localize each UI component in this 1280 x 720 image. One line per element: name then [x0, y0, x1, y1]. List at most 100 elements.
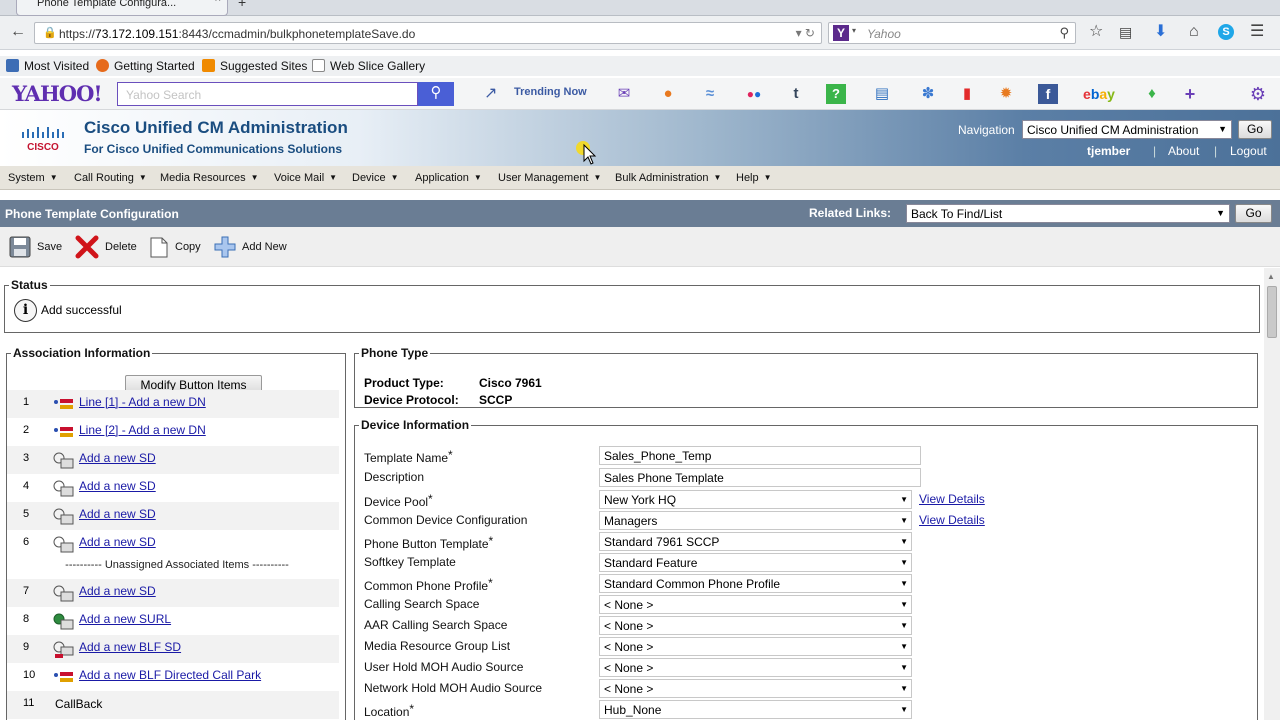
association-link[interactable]: Add a new SURL [79, 612, 171, 626]
select-field[interactable]: < None > ▼ [599, 595, 912, 614]
association-link[interactable]: Add a new SD [79, 451, 156, 465]
finance-icon[interactable]: ≈ [700, 84, 720, 104]
red-x-icon [75, 235, 99, 259]
text-field[interactable]: Sales_Phone_Temp [599, 446, 921, 465]
association-link[interactable]: Line [2] - Add a new DN [79, 423, 206, 437]
settings-icon[interactable]: ✹ [996, 84, 1016, 104]
status-message: Add successful [41, 303, 122, 317]
yahoo-logo[interactable]: YAHOO! [12, 81, 103, 106]
skype-icon[interactable]: S [1218, 24, 1234, 40]
delete-button[interactable]: Delete [75, 235, 137, 259]
facebook-icon[interactable]: f [1038, 84, 1058, 104]
row-number: 2 [23, 424, 30, 436]
menu-application[interactable]: Application ▼ [415, 172, 482, 184]
select-field[interactable]: < None > ▼ [599, 658, 912, 677]
trending-now-link[interactable]: Trending Now [514, 86, 587, 98]
association-link[interactable]: Line [1] - Add a new DN [79, 395, 206, 409]
menu-help[interactable]: Help ▼ [736, 172, 772, 184]
association-link[interactable]: Add a new BLF Directed Call Park [79, 668, 261, 682]
reading-list-icon[interactable]: ▤ [1119, 23, 1132, 41]
shopping-icon[interactable]: ♦ [1142, 84, 1162, 104]
chevron-down-icon: ▼ [900, 684, 908, 693]
menu-media-resources[interactable]: Media Resources ▼ [160, 172, 259, 184]
field-label: Calling Search Space [364, 597, 480, 611]
star-icon[interactable]: ☆ [1089, 23, 1103, 41]
menu-device[interactable]: Device ▼ [352, 172, 399, 184]
field-value: Hub_None [604, 703, 662, 717]
ebay-icon[interactable]: ebay [1080, 84, 1118, 104]
menu-system[interactable]: System ▼ [8, 172, 58, 184]
association-label: CallBack [55, 697, 103, 711]
association-link[interactable]: Add a new SD [79, 584, 156, 598]
page-scrollbar[interactable]: ▲ [1264, 268, 1280, 720]
search-placeholder: Yahoo [867, 27, 901, 41]
chevron-down-icon: ▼ [900, 621, 908, 630]
about-link[interactable]: About [1168, 144, 1199, 158]
menu-icon[interactable]: ☰ [1250, 23, 1264, 41]
select-field[interactable]: New York HQ ▼ [599, 490, 912, 509]
required-marker: * [488, 534, 494, 548]
select-field[interactable]: Hub_None ▼ [599, 700, 912, 719]
news-icon[interactable]: ▤ [872, 84, 892, 104]
related-links-go-button[interactable]: Go [1235, 204, 1272, 223]
add-icon[interactable]: + [1180, 84, 1200, 104]
tumblr-icon[interactable]: t [786, 84, 806, 104]
menu-user-management[interactable]: User Management ▼ [498, 172, 601, 184]
bookmark-most-visited[interactable]: Most Visited [6, 59, 89, 73]
engine-dropdown-icon[interactable]: ▾ [852, 26, 856, 35]
view-details-link[interactable]: View Details [919, 492, 985, 506]
search-icon[interactable]: ⚲ [418, 82, 454, 106]
required-marker: * [409, 702, 415, 716]
download-icon[interactable]: ⬇ [1154, 23, 1167, 41]
related-links-select[interactable]: Back To Find/List ▼ [906, 204, 1230, 223]
association-link[interactable]: Add a new SD [79, 507, 156, 521]
bookmark-icon[interactable]: ▮ [957, 84, 977, 104]
home-icon[interactable]: ⌂ [1189, 23, 1199, 41]
search-icon[interactable]: ⚲ [1059, 25, 1069, 41]
text-field[interactable]: Sales Phone Template [599, 468, 921, 487]
navigation-go-button[interactable]: Go [1238, 120, 1272, 139]
flickr-icon[interactable]: ●● [744, 84, 764, 104]
bookmark-web-slice-gallery[interactable]: Web Slice Gallery [312, 59, 425, 73]
close-tab-icon[interactable]: × [215, 0, 221, 5]
select-field[interactable]: < None > ▼ [599, 637, 912, 656]
weather-icon[interactable]: ✽ [918, 84, 938, 104]
logout-link[interactable]: Logout [1230, 144, 1267, 158]
select-field[interactable]: Standard Common Phone Profile ▼ [599, 574, 912, 593]
copy-button[interactable]: Copy [149, 235, 201, 259]
yahoo-search-input[interactable]: Yahoo Search [117, 82, 418, 106]
save-button[interactable]: Save [9, 235, 62, 259]
association-link[interactable]: Add a new SD [79, 535, 156, 549]
select-field[interactable]: Standard 7961 SCCP ▼ [599, 532, 912, 551]
add-new-button[interactable]: Add New [214, 235, 287, 259]
field-value: Standard Feature [604, 556, 698, 570]
bookmark-getting-started[interactable]: Getting Started [96, 59, 195, 73]
navigation-select[interactable]: Cisco Unified CM Administration ▼ [1022, 120, 1232, 139]
reload-icon[interactable]: ▾ ↻ [796, 26, 815, 40]
association-link[interactable]: Add a new BLF SD [79, 640, 181, 654]
info-icon: i [14, 299, 37, 322]
select-field[interactable]: Standard Feature ▼ [599, 553, 912, 572]
menu-bulk-administration[interactable]: Bulk Administration ▼ [615, 172, 721, 184]
browser-tab[interactable]: Phone Template Configura... × [16, 0, 228, 16]
back-arrow-icon[interactable]: ← [10, 23, 26, 41]
select-field[interactable]: < None > ▼ [599, 679, 912, 698]
bookmark-suggested-sites[interactable]: Suggested Sites [202, 59, 307, 73]
answers-icon[interactable]: ? [826, 84, 846, 104]
menu-call-routing[interactable]: Call Routing ▼ [74, 172, 147, 184]
browser-search-box[interactable]: Y ▾ Yahoo ⚲ [828, 22, 1076, 44]
mail-icon[interactable]: ✉ [614, 84, 634, 104]
select-field[interactable]: Managers ▼ [599, 511, 912, 530]
scrollbar-thumb[interactable] [1267, 286, 1277, 338]
menu-voice-mail[interactable]: Voice Mail ▼ [274, 172, 337, 184]
gear-icon[interactable]: ⚙ [1248, 84, 1268, 104]
sports-icon[interactable]: ● [658, 84, 678, 104]
url-bar[interactable]: 🔒 https://73.172.109.151:8443/ccmadmin/b… [34, 22, 822, 44]
new-tab-icon[interactable]: + [238, 0, 246, 10]
field-label: Softkey Template [364, 555, 456, 569]
select-field[interactable]: < None > ▼ [599, 616, 912, 635]
scroll-up-icon[interactable]: ▲ [1267, 272, 1275, 281]
view-details-link[interactable]: View Details [919, 513, 985, 527]
association-link[interactable]: Add a new SD [79, 479, 156, 493]
username: tjember [1087, 144, 1131, 158]
